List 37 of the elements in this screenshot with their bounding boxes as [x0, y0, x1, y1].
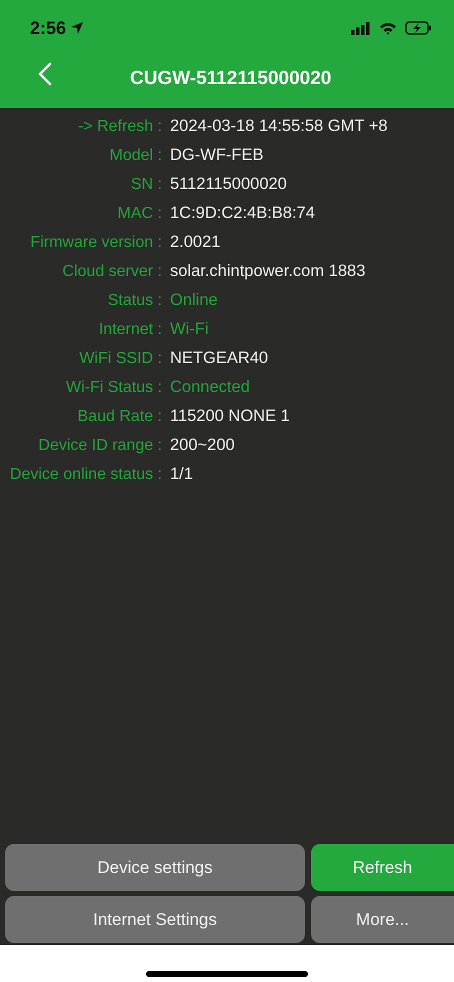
- field-value: 2024-03-18 14:55:58 GMT +8: [169, 116, 388, 138]
- field-label: -> Refresh :: [76, 116, 163, 137]
- field-value: DG-WF-FEB: [169, 145, 264, 166]
- field-value: 115200 NONE 1: [169, 406, 290, 428]
- field-value: NETGEAR40: [169, 348, 268, 370]
- field-value: Wi-Fi: [169, 319, 208, 340]
- field-label: MAC :: [116, 204, 163, 224]
- status-time: 2:56: [30, 16, 66, 40]
- action-button[interactable]: More...: [311, 896, 454, 943]
- field-label: Firmware version :: [29, 232, 163, 253]
- back-icon[interactable]: [38, 62, 52, 86]
- field-value: 1/1: [169, 464, 193, 486]
- field-label: Wi-Fi Status :: [64, 378, 163, 398]
- field-value: 200~200: [169, 435, 235, 456]
- action-button[interactable]: Refresh: [311, 844, 454, 891]
- field-label: Device ID range :: [37, 436, 163, 456]
- field-label: Cloud server :: [61, 262, 163, 282]
- battery-charging-icon: [405, 21, 432, 35]
- location-arrow-icon: [70, 21, 84, 35]
- page-title: CUGW-5112115000020: [130, 66, 332, 91]
- field-label: Model :: [108, 146, 163, 166]
- field-value: Online: [169, 290, 218, 312]
- field-value: 2.0021: [169, 232, 220, 254]
- field-label: Status :: [106, 290, 163, 311]
- field-label: Internet :: [98, 320, 163, 340]
- signal-icon: [351, 22, 371, 34]
- field-value: solar.chintpower.com 1883: [169, 261, 366, 282]
- field-value: Connected: [169, 377, 250, 398]
- field-label: SN :: [130, 174, 163, 195]
- action-button[interactable]: Device settings: [5, 844, 305, 891]
- field-label: Device online status :: [8, 464, 163, 485]
- wifi-icon: [379, 22, 397, 34]
- field-value: 5112115000020: [169, 174, 287, 196]
- field-label: Baud Rate :: [76, 406, 163, 427]
- field-label: WiFi SSID :: [78, 348, 163, 369]
- action-button[interactable]: Internet Settings: [5, 896, 305, 943]
- field-value: 1C:9D:C2:4B:B8:74: [169, 203, 315, 224]
